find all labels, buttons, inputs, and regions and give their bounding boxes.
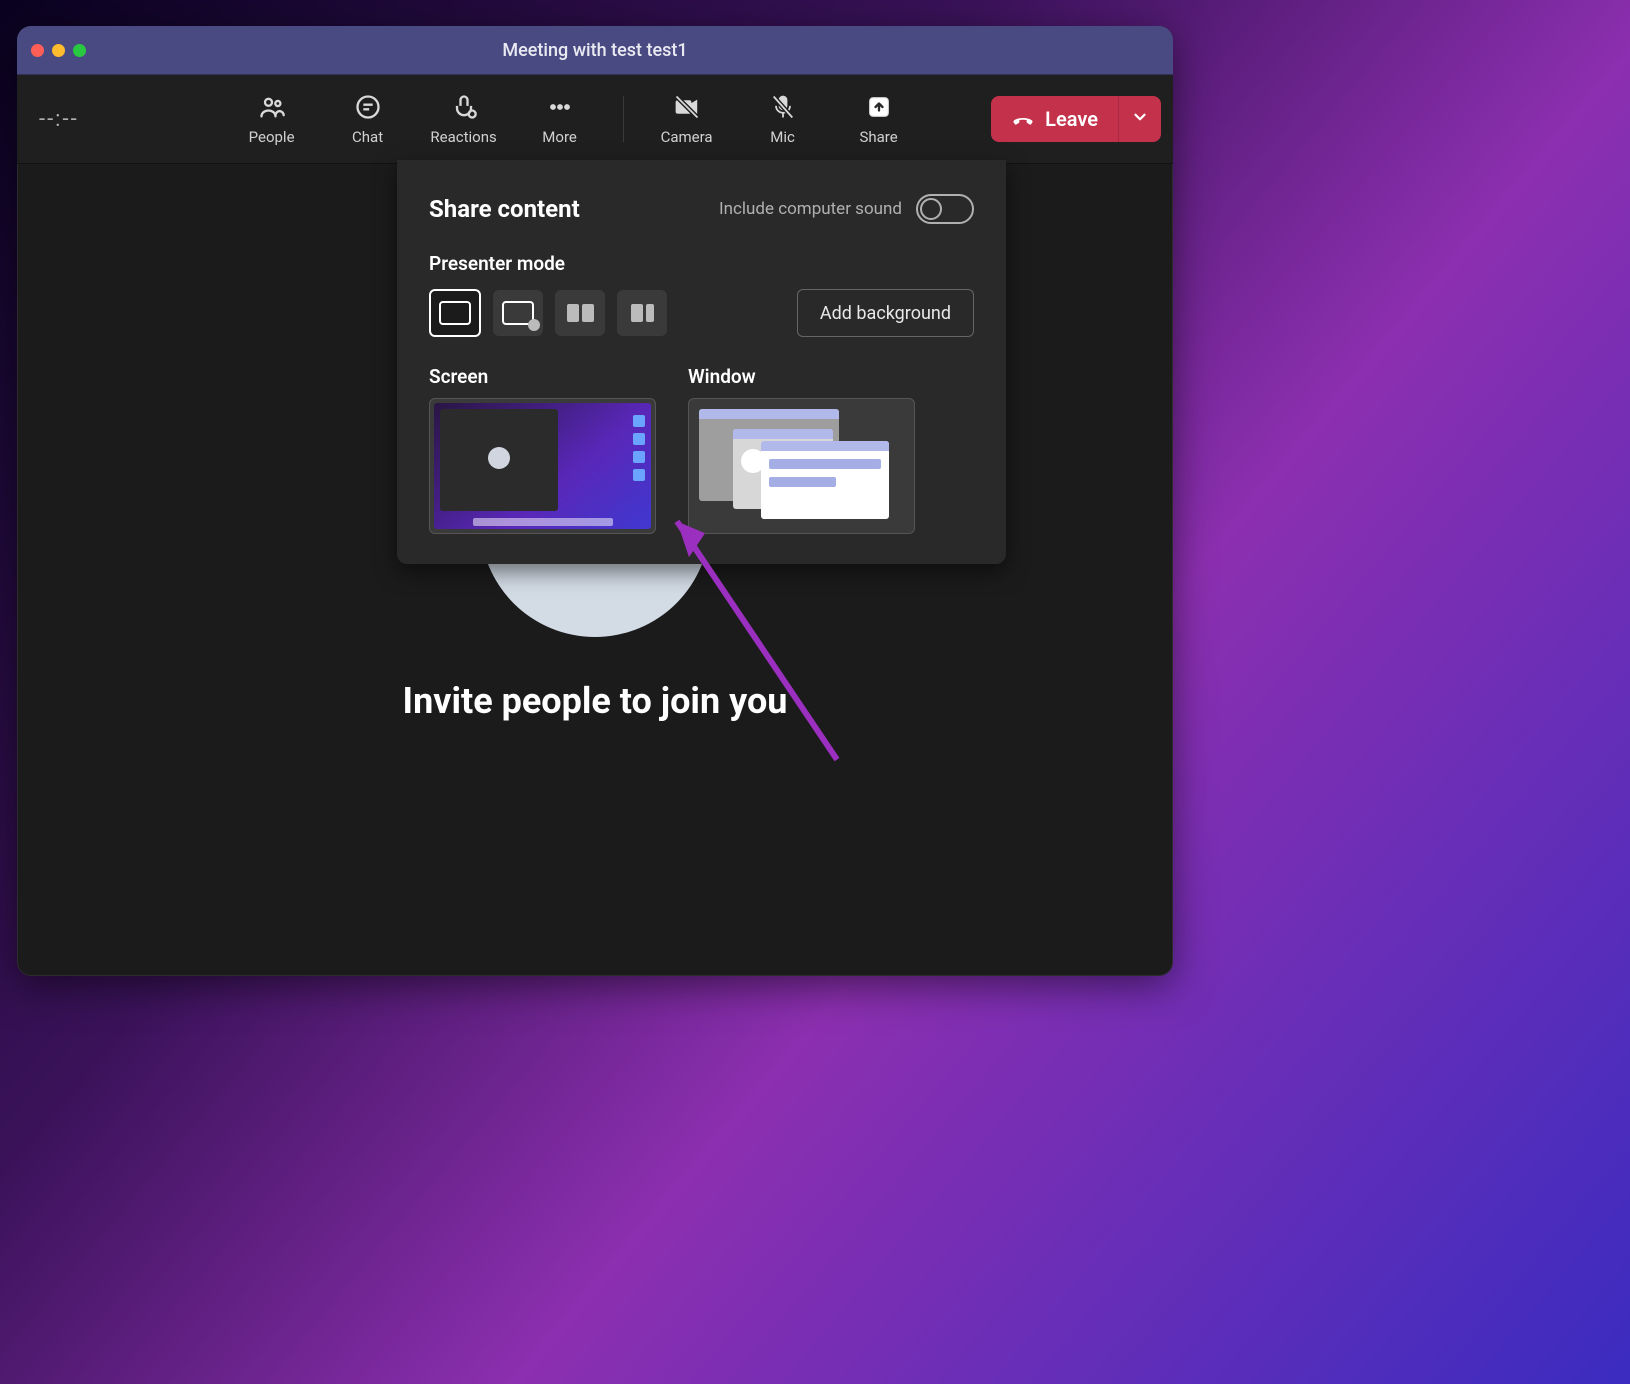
share-panel-title: Share content	[429, 195, 580, 223]
people-label: People	[249, 128, 295, 146]
titlebar: Meeting with test test1	[17, 26, 1173, 75]
leave-menu-button[interactable]	[1118, 96, 1161, 142]
people-button[interactable]: People	[233, 75, 311, 163]
share-button[interactable]: Share	[840, 75, 918, 163]
include-sound-toggle[interactable]	[916, 194, 974, 224]
people-icon	[257, 92, 287, 122]
window-close-button[interactable]	[31, 44, 44, 57]
invite-message: Invite people to join you	[403, 680, 788, 722]
share-window-tile[interactable]	[688, 398, 915, 534]
chat-icon	[353, 92, 383, 122]
window-maximize-button[interactable]	[73, 44, 86, 57]
add-background-button[interactable]: Add background	[797, 289, 974, 337]
chat-button[interactable]: Chat	[329, 75, 407, 163]
reactions-button[interactable]: Reactions	[425, 75, 503, 163]
share-content-panel: Share content Include computer sound Pre…	[397, 160, 1006, 564]
presenter-mode-label: Presenter mode	[429, 252, 974, 275]
camera-button[interactable]: Camera	[648, 75, 726, 163]
more-icon	[545, 92, 575, 122]
screen-thumbnail	[434, 403, 651, 529]
chat-label: Chat	[352, 128, 383, 146]
presenter-mode-side-by-side[interactable]	[555, 290, 605, 336]
leave-label: Leave	[1045, 107, 1098, 131]
toolbar-separator	[623, 96, 624, 142]
share-screen-tile[interactable]	[429, 398, 656, 534]
chevron-down-icon	[1131, 108, 1149, 130]
hangup-icon	[1011, 105, 1035, 134]
include-sound-control: Include computer sound	[719, 194, 974, 224]
meeting-timer: --:--	[29, 107, 159, 132]
meeting-toolbar: --:-- People Chat Reactions	[17, 75, 1173, 164]
reactions-label: Reactions	[430, 128, 496, 146]
share-label: Share	[859, 128, 897, 146]
reactions-icon	[449, 92, 479, 122]
include-sound-label: Include computer sound	[719, 199, 902, 219]
presenter-mode-content-only[interactable]	[429, 289, 481, 337]
app-window: Meeting with test test1 --:-- People Cha…	[17, 26, 1173, 976]
presenter-mode-standout[interactable]	[493, 290, 543, 336]
mic-button[interactable]: Mic	[744, 75, 822, 163]
presenter-mode-row: Add background	[429, 289, 974, 337]
window-controls	[31, 44, 86, 57]
window-title: Meeting with test test1	[17, 40, 1173, 61]
window-minimize-button[interactable]	[52, 44, 65, 57]
more-label: More	[542, 128, 577, 146]
mic-label: Mic	[770, 128, 795, 146]
leave-button[interactable]: Leave	[991, 96, 1118, 142]
presenter-mode-reporter[interactable]	[617, 290, 667, 336]
window-thumbnail	[695, 407, 908, 527]
meeting-canvas: Invite people to join you Share content …	[17, 164, 1173, 976]
window-section-label: Window	[688, 365, 915, 388]
mic-off-icon	[768, 92, 798, 122]
camera-off-icon	[672, 92, 702, 122]
screen-section-label: Screen	[429, 365, 656, 388]
share-icon	[864, 92, 894, 122]
leave-group: Leave	[991, 96, 1161, 142]
more-button[interactable]: More	[521, 75, 599, 163]
camera-label: Camera	[661, 128, 713, 146]
